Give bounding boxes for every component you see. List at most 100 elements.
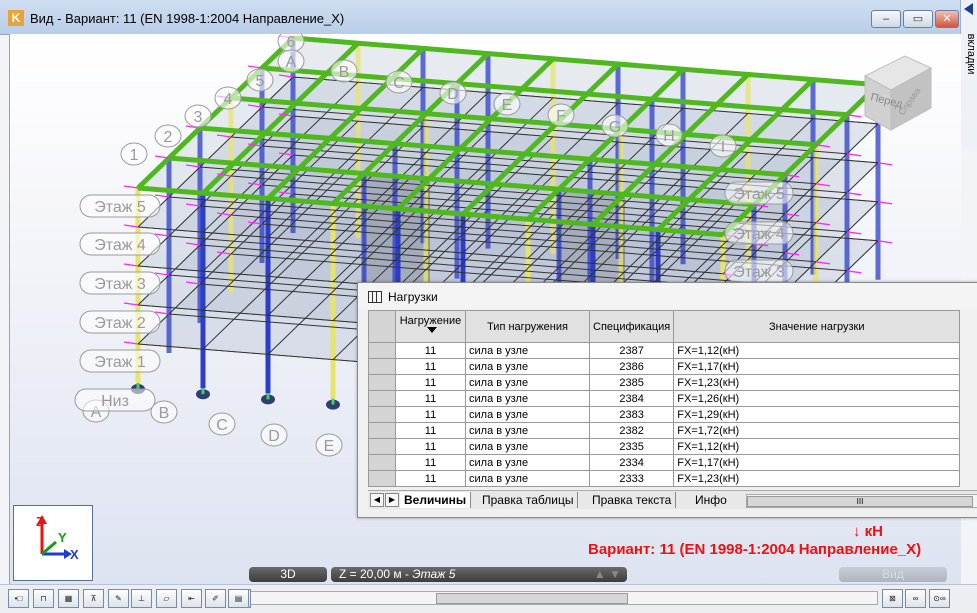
scrollbar-thumb[interactable]: III (747, 496, 973, 507)
cell-value[interactable]: FX=1,23(кН) (673, 470, 961, 487)
maximize-button[interactable]: ▭ (903, 10, 933, 28)
slab-tool-icon[interactable]: ▱ (156, 589, 177, 608)
glasses-icon[interactable]: ∞ (905, 589, 926, 608)
viewport-horizontal-scrollbar[interactable] (250, 591, 878, 605)
cell-value[interactable]: FX=1,29(кН) (673, 406, 961, 423)
table-row[interactable]: 11 сила в узле 2386 FX=1,17(кН) (368, 358, 961, 375)
table-row[interactable]: 11 сила в узле 2382 FX=1,72(кН) (368, 422, 961, 439)
grid-tool-icon[interactable]: ▤ (228, 589, 249, 608)
column-header-value[interactable]: Значение нагрузки (673, 310, 961, 343)
table-row[interactable]: 11 сила в узле 2383 FX=1,29(кН) (368, 406, 961, 423)
table-row[interactable]: 11 сила в узле 2335 FX=1,12(кН) (368, 438, 961, 455)
table-horizontal-scrollbar[interactable]: III (746, 494, 977, 508)
cell-spec[interactable]: 2382 (588, 422, 675, 439)
grid-axis-letter: C (393, 75, 405, 92)
tab-prev-icon[interactable]: ◀ (370, 493, 384, 507)
cell-spec[interactable]: 2333 (588, 470, 675, 487)
level-label-right: Этаж 4 (733, 226, 785, 243)
cell-type[interactable]: сила в узле (465, 454, 590, 471)
table-row[interactable]: 11 сила в узле 2384 FX=1,26(кН) (368, 390, 961, 407)
row-selector[interactable] (368, 342, 396, 359)
cell-value[interactable]: FX=1,26(кН) (673, 390, 961, 407)
mode-3d-button[interactable]: 3D (249, 567, 327, 582)
app-logo-icon: K (8, 10, 24, 26)
cell-case[interactable]: 11 (395, 358, 466, 375)
row-selector[interactable] (368, 454, 396, 471)
cell-type[interactable]: сила в узле (465, 470, 590, 487)
offset-tool-icon[interactable]: ⇤ (181, 589, 202, 608)
cell-value[interactable]: FX=1,72(кН) (673, 422, 961, 439)
side-tabs-panel[interactable]: вкладки (960, 0, 977, 150)
cell-case[interactable]: 11 (395, 406, 466, 423)
cell-case[interactable]: 11 (395, 454, 466, 471)
tab-edit-table[interactable]: Правка таблицы (478, 492, 579, 508)
table-row[interactable]: 11 сила в узле 2385 FX=1,23(кН) (368, 374, 961, 391)
row-selector[interactable] (368, 406, 396, 423)
column-header-spec[interactable]: Спецификация (588, 310, 675, 343)
level-label-left: Этаж 3 (94, 276, 146, 293)
row-selector[interactable] (368, 422, 396, 439)
view-button[interactable]: Вид (839, 567, 947, 582)
cell-case[interactable]: 11 (395, 438, 466, 455)
node-tool-icon[interactable]: •□ (8, 589, 29, 608)
row-selector[interactable] (368, 438, 396, 455)
beam-view-icon[interactable]: ⊠ (882, 589, 903, 608)
cell-type[interactable]: сила в узле (465, 342, 590, 359)
viewport-scrollbar-thumb[interactable] (436, 593, 628, 604)
cell-value[interactable]: FX=1,17(кН) (673, 454, 961, 471)
close-button[interactable]: ✕ (935, 10, 959, 28)
cell-type[interactable]: сила в узле (465, 390, 590, 407)
cell-case[interactable]: 11 (395, 470, 466, 487)
tab-values[interactable]: Величины (400, 492, 472, 508)
row-selector[interactable] (368, 358, 396, 375)
cell-spec[interactable]: 2385 (588, 374, 675, 391)
cell-spec[interactable]: 2386 (588, 358, 675, 375)
level-selector[interactable]: Z = 20,00 м - Этаж 5 ▲ ▼ (331, 567, 627, 582)
level-label-left: Этаж 4 (94, 237, 146, 254)
support-tool-icon[interactable]: ⊼ (83, 589, 104, 608)
table-row[interactable]: 11 сила в узле 2387 FX=1,12(кН) (368, 342, 961, 359)
edit-tool-icon[interactable]: ✐ (205, 589, 226, 608)
glasses2-icon[interactable]: ⊙∞ (929, 589, 950, 608)
row-selector[interactable] (368, 390, 396, 407)
cell-case[interactable]: 11 (395, 342, 466, 359)
release-tool-icon[interactable]: ⊥ (131, 589, 152, 608)
cell-type[interactable]: сила в узле (465, 406, 590, 423)
cell-spec[interactable]: 2334 (588, 454, 675, 471)
cell-spec[interactable]: 2384 (588, 390, 675, 407)
minimize-button[interactable]: ‒ (871, 10, 901, 28)
table-row[interactable]: 11 сила в узле 2333 FX=1,23(кН) (368, 470, 961, 487)
row-selector[interactable] (368, 470, 396, 487)
level-dropdown-icon[interactable]: ▲ ▼ (594, 567, 621, 582)
pen-tool-icon[interactable]: ✎ (108, 589, 129, 608)
table-row[interactable]: 11 сила в узле 2334 FX=1,17(кН) (368, 454, 961, 471)
row-selector[interactable] (368, 374, 396, 391)
table-corner[interactable] (368, 310, 396, 343)
y-axis-label: Y (58, 530, 67, 545)
cell-value[interactable]: FX=1,17(кН) (673, 358, 961, 375)
cell-value[interactable]: FX=1,12(кН) (673, 342, 961, 359)
cell-case[interactable]: 11 (395, 422, 466, 439)
cell-spec[interactable]: 2387 (588, 342, 675, 359)
cell-spec[interactable]: 2383 (588, 406, 675, 423)
tab-edit-text[interactable]: Правка текста (588, 492, 677, 508)
cell-type[interactable]: сила в узле (465, 374, 590, 391)
cell-type[interactable]: сила в узле (465, 422, 590, 439)
column-header-type[interactable]: Тип нагружения (465, 310, 590, 343)
cell-case[interactable]: 11 (395, 390, 466, 407)
cell-value[interactable]: FX=1,23(кН) (673, 374, 961, 391)
cell-case[interactable]: 11 (395, 374, 466, 391)
beam-tool-icon[interactable]: ⊓ (33, 589, 54, 608)
tab-info[interactable]: Инфо (691, 492, 731, 508)
loads-panel-titlebar[interactable]: Нагрузки (358, 283, 977, 309)
column-header-case[interactable]: Нагружение (395, 310, 466, 343)
sort-desc-icon[interactable] (426, 326, 437, 333)
expand-arrow-icon[interactable] (964, 3, 973, 15)
tab-next-icon[interactable]: ▶ (385, 493, 399, 507)
section-tool-icon[interactable]: ▦ (58, 589, 79, 608)
cell-type[interactable]: сила в узле (465, 358, 590, 375)
axis-gizmo: Z Y X (13, 505, 93, 581)
cell-spec[interactable]: 2335 (588, 438, 675, 455)
cell-value[interactable]: FX=1,12(кН) (673, 438, 961, 455)
cell-type[interactable]: сила в узле (465, 438, 590, 455)
